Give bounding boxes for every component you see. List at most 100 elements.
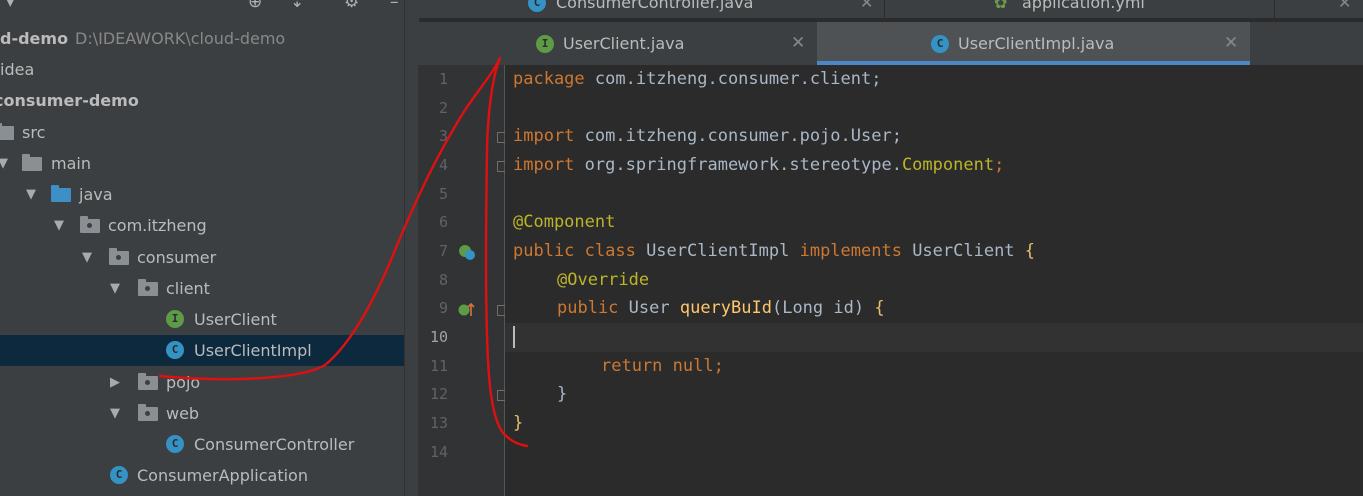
tree-item-consumercontroller[interactable]: C ConsumerController xyxy=(0,429,404,460)
current-line-highlight xyxy=(505,323,1363,352)
class-icon: C xyxy=(528,0,546,12)
tree-item-main[interactable]: ▼ main xyxy=(0,148,404,179)
package-icon xyxy=(80,216,100,233)
tree-item-userclient[interactable]: I UserClient xyxy=(0,304,404,335)
tree-item-label: pojo xyxy=(166,373,201,392)
tree-item-label: web xyxy=(166,404,200,423)
code-line-9: public User queryBuId(Long id) { xyxy=(557,294,885,323)
code-line-13: } xyxy=(513,413,524,433)
tree-item-java[interactable]: ▼ java xyxy=(0,179,404,210)
expand-arrow-icon[interactable]: ▼ xyxy=(54,210,64,241)
close-icon[interactable]: ✕ xyxy=(791,22,805,65)
package-icon xyxy=(138,373,158,390)
keyword: public class xyxy=(513,241,636,261)
code-text: com.itzheng.consumer.pojo.User; xyxy=(574,126,902,146)
semicolon: ; xyxy=(994,155,1005,175)
line-number: 9 xyxy=(438,299,448,317)
tree-scrollbar[interactable] xyxy=(404,0,419,496)
close-icon[interactable]: ✕ xyxy=(1224,22,1238,65)
upper-tab-row: C ConsumerController.java ✕ ✿ applicatio… xyxy=(418,0,1363,18)
gear-icon[interactable]: ⚙ xyxy=(344,0,359,12)
brace: { xyxy=(874,298,885,318)
return-type: User xyxy=(618,298,680,318)
chevron-down-icon[interactable]: ▾ xyxy=(6,0,15,12)
tree-item-label: UserClientImpl xyxy=(194,341,312,360)
project-path: D:\IDEAWORK\cloud-demo xyxy=(75,29,286,48)
line-number: 5 xyxy=(438,185,448,203)
project-tree-panel: ▾ ⊕ ⇣ ⚙ – d-demo D:\IDEAWORK\cloud-demo … xyxy=(0,0,404,496)
interface-icon: I xyxy=(536,35,554,53)
expand-arrow-icon[interactable]: ▼ xyxy=(110,398,120,429)
minimize-icon[interactable]: – xyxy=(390,0,399,12)
tree-item-pojo[interactable]: ▶ pojo xyxy=(0,367,404,398)
tree-item-com-itzheng[interactable]: ▼ com.itzheng xyxy=(0,210,404,241)
expand-arrow-icon[interactable]: ▼ xyxy=(26,179,36,210)
tree-item-client[interactable]: ▼ client xyxy=(0,273,404,304)
tree-item-consumerapplication[interactable]: C ConsumerApplication xyxy=(0,460,404,491)
tree-item-label: com.itzheng xyxy=(108,216,207,235)
class-icon: C xyxy=(166,435,184,453)
tab-divider xyxy=(884,0,885,18)
code-line-4: import org.springframework.stereotype.Co… xyxy=(513,151,1004,180)
editor-gutter: 1 2 3 4 5 6 7 8 9 10 11 12 13 14 xyxy=(418,65,508,496)
code-line-3: import com.itzheng.consumer.pojo.User; xyxy=(513,122,902,151)
keyword: import xyxy=(513,155,575,175)
tab-userclientimpl-java[interactable]: C UserClientImpl.java ✕ xyxy=(817,22,1250,65)
tab-label: UserClient.java xyxy=(563,34,685,53)
code-line-12: } xyxy=(557,384,568,404)
line-number: 12 xyxy=(429,385,448,403)
keyword: import xyxy=(513,126,575,146)
line-number: 6 xyxy=(438,213,448,231)
implements-interface-icon[interactable] xyxy=(458,243,476,261)
expand-arrow-icon[interactable]: ▼ xyxy=(110,273,120,304)
line-number: 11 xyxy=(429,357,448,375)
text-caret xyxy=(513,326,515,348)
tree-item-consumer[interactable]: ▼ consumer xyxy=(0,242,404,273)
interface-icon: I xyxy=(166,310,184,328)
tree-item-web[interactable]: ▼ web xyxy=(0,398,404,429)
tree-item-consumer-demo[interactable]: consumer-demo xyxy=(0,85,404,116)
tree-item-project-root[interactable]: d-demo D:\IDEAWORK\cloud-demo xyxy=(0,23,404,54)
tree-item-label: client xyxy=(166,279,210,298)
code-line-7: public class UserClientImpl implements U… xyxy=(513,237,1035,266)
close-icon[interactable]: ✕ xyxy=(860,0,873,14)
code-editor[interactable]: package com.itzheng.consumer.client; imp… xyxy=(505,65,1363,496)
tree-item-label: main xyxy=(51,154,91,173)
code-text: com.itzheng.consumer.client; xyxy=(584,69,882,89)
folder-icon xyxy=(0,123,14,140)
tree-item-label: ConsumerController xyxy=(194,435,355,454)
line-number: 13 xyxy=(429,414,448,432)
keyword: implements xyxy=(799,241,902,261)
tab-label: ConsumerController.java xyxy=(556,0,754,12)
line-number: 14 xyxy=(429,443,448,461)
tree-item-label: d-demo xyxy=(0,29,69,48)
class-icon: C xyxy=(931,35,949,53)
spring-boot-class-icon: C xyxy=(110,466,128,484)
line-number: 4 xyxy=(438,156,448,174)
tree-item-label: src xyxy=(22,123,46,142)
line-number: 8 xyxy=(438,271,448,289)
tree-item-idea[interactable]: idea xyxy=(0,54,404,85)
locate-icon[interactable]: ⊕ xyxy=(248,0,262,12)
overrides-method-icon[interactable] xyxy=(458,301,476,319)
expand-arrow-icon[interactable]: ▼ xyxy=(82,242,92,273)
code-line-6: @Component xyxy=(513,212,616,232)
close-icon[interactable]: ✕ xyxy=(1338,0,1351,14)
collapse-arrow-icon[interactable]: ▶ xyxy=(110,367,120,398)
collapse-icon[interactable]: ⇣ xyxy=(290,0,304,12)
line-number: 2 xyxy=(438,99,448,117)
tab-label: application.yml xyxy=(1022,0,1145,12)
interface-name: UserClient xyxy=(901,241,1025,261)
expand-arrow-icon[interactable]: ▼ xyxy=(0,148,8,179)
tree-item-userclientimpl[interactable]: C UserClientImpl xyxy=(0,335,404,366)
source-folder-icon xyxy=(51,185,71,202)
tab-userclient-java[interactable]: I UserClient.java ✕ xyxy=(418,22,815,65)
editor-tab-bar: I UserClient.java ✕ C UserClientImpl.jav… xyxy=(418,22,1363,66)
tree-item-src[interactable]: src xyxy=(0,117,404,148)
tree-item-label: idea xyxy=(0,60,35,79)
line-number: 7 xyxy=(438,242,448,260)
tab-divider xyxy=(1274,0,1275,18)
line-number-current: 10 xyxy=(429,328,448,346)
annotation-type: Component xyxy=(901,155,995,175)
tree-item-label: consumer xyxy=(137,248,217,267)
